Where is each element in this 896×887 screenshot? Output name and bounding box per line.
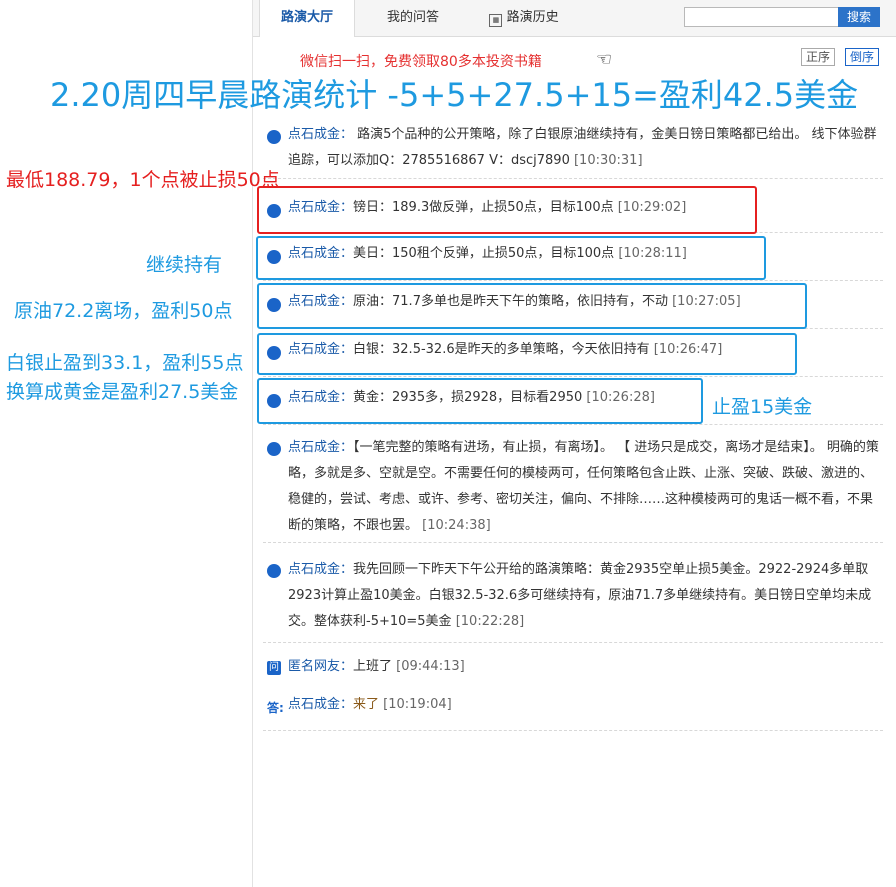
list-item: 点石成金：我先回顾一下昨天下午公开给的路演策略：黄金2935空单止损5美金。29… bbox=[263, 542, 883, 643]
annotation-oil: 原油72.2离场，盈利50点 bbox=[14, 300, 233, 322]
tab-my-qa[interactable]: 我的问答 bbox=[363, 0, 463, 36]
message-text: 点石成金： 路演5个品种的公开策略，除了白银原油继续持有，金美日镑日策略都已给出… bbox=[288, 127, 877, 168]
pointing-hand-icon: ☜ bbox=[596, 49, 613, 70]
list-item: 点石成金： 路演5个品种的公开策略，除了白银原油继续持有，金美日镑日策略都已给出… bbox=[263, 118, 883, 179]
answer-text: 点石成金：来了 [10:19:04] bbox=[288, 697, 452, 712]
tab-roadshow-hall[interactable]: 路演大厅 bbox=[259, 0, 355, 37]
author-avatar-icon bbox=[267, 564, 281, 578]
ascending-order-button[interactable]: 正序 bbox=[801, 48, 836, 66]
tab-roadshow-history[interactable]: ▦ 路演历史 bbox=[469, 0, 579, 36]
qa-item: 问 匿名网友：上班了 [09:44:13] 答: 点石成金：来了 [10:19:… bbox=[263, 642, 883, 731]
highlight-box-silver bbox=[257, 333, 797, 375]
highlight-box-oil bbox=[257, 283, 807, 329]
message-text: 点石成金：我先回顾一下昨天下午公开给的路演策略：黄金2935空单止损5美金。29… bbox=[288, 562, 872, 629]
question-icon: 问 bbox=[267, 661, 281, 675]
search-button[interactable]: 搜索 bbox=[838, 7, 880, 27]
annotation-silver-gold: 换算成黄金是盈利27.5美金 bbox=[6, 381, 239, 403]
highlight-box-usdjpy bbox=[256, 236, 766, 280]
message-text: 点石成金：【一笔完整的策略有进场，有止损，有离场】。 【 进场只是成交，离场才是… bbox=[288, 440, 879, 533]
author-avatar-icon bbox=[267, 442, 281, 456]
annotation-hold: 继续持有 bbox=[146, 254, 223, 276]
roadshow-panel: 路演大厅 我的问答 ▦ 路演历史 搜索 微信扫一扫，免费领取80多本投资书籍 ☜… bbox=[252, 0, 896, 887]
question-text: 匿名网友：上班了 [09:44:13] bbox=[288, 659, 465, 674]
highlight-box-gold bbox=[257, 378, 703, 424]
annotation-gold: 止盈15美金 bbox=[712, 396, 813, 418]
calendar-icon: ▦ bbox=[489, 14, 503, 27]
highlight-box-gbpjpy bbox=[257, 186, 757, 234]
list-item: 点石成金：【一笔完整的策略有进场，有止损，有离场】。 【 进场只是成交，离场才是… bbox=[263, 424, 883, 543]
annotation-silver: 白银止盈到33.1，盈利55点 bbox=[6, 352, 244, 374]
author-avatar-icon bbox=[267, 130, 281, 144]
annotation-stop-loss: 最低188.79，1个点被止损50点 bbox=[6, 169, 280, 191]
tab-bar: 路演大厅 我的问答 ▦ 路演历史 搜索 bbox=[253, 0, 896, 37]
tab-roadshow-history-label: 路演历史 bbox=[506, 10, 559, 25]
summary-headline: 2.20周四早晨路演统计 -5+5+27.5+15=盈利42.5美金 bbox=[50, 76, 859, 114]
promo-text[interactable]: 微信扫一扫，免费领取80多本投资书籍 bbox=[300, 51, 542, 71]
descending-order-button[interactable]: 倒序 bbox=[845, 48, 880, 66]
answer-icon: 答: bbox=[267, 701, 284, 715]
search-input[interactable] bbox=[684, 7, 840, 27]
